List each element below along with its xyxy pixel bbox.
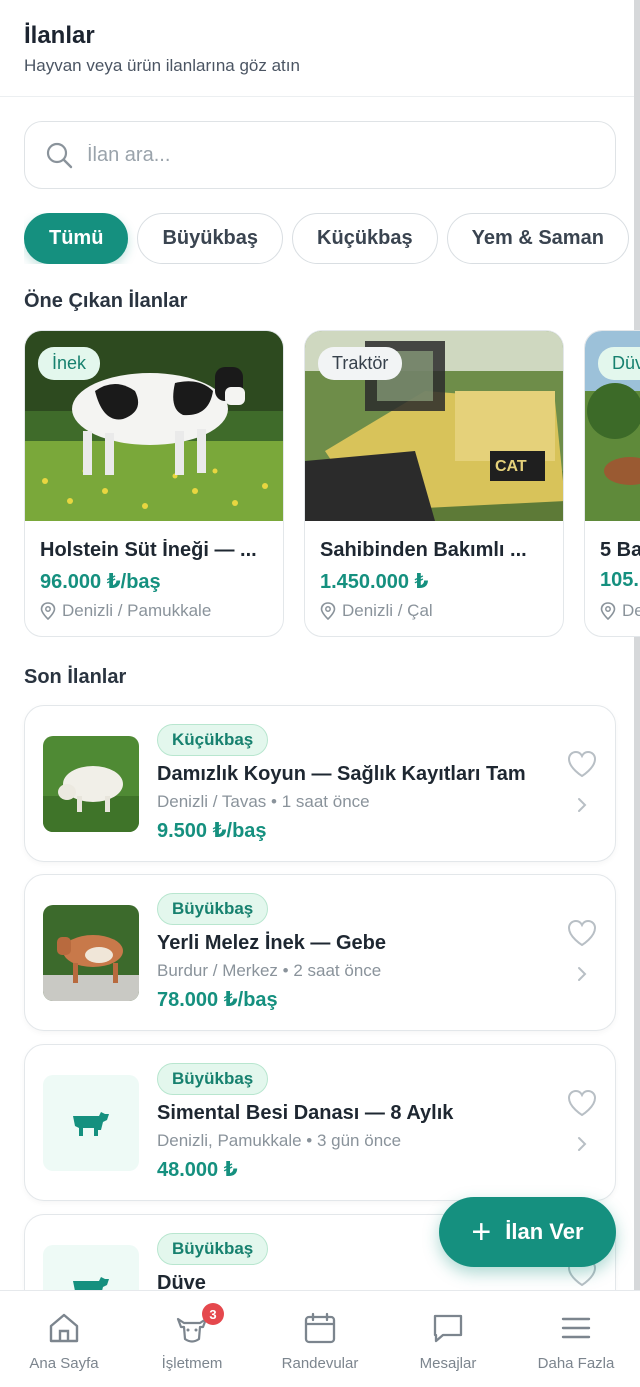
chevron-right-icon[interactable] <box>575 1135 589 1153</box>
listing-card[interactable]: Büyükbaş Simental Besi Danası — 8 Aylık … <box>24 1044 616 1201</box>
chevron-right-icon[interactable] <box>575 965 589 983</box>
listing-location: Denizli / Çal <box>320 601 433 621</box>
listing-title: Düve <box>157 1272 206 1290</box>
bottom-navigation: Ana Sayfa 3 İşletmem Randevular Mesajlar… <box>0 1290 640 1387</box>
listing-location: Burdur / Merkez <box>157 961 278 980</box>
filter-chip-all[interactable]: Tümü <box>24 213 129 264</box>
listing-thumbnail <box>43 736 139 832</box>
listing-card[interactable]: Küçükbaş Damızlık Koyun — Sağlık Kayıtla… <box>24 705 616 862</box>
listing-time: 1 saat önce <box>281 792 370 811</box>
nav-item-home[interactable]: Ana Sayfa <box>0 1291 128 1387</box>
plus-icon: + <box>471 1213 492 1251</box>
svg-text:CAT: CAT <box>495 458 527 475</box>
listing-title: Holstein Süt İneği — ... <box>40 539 257 561</box>
listing-card[interactable]: Büyükbaş Yerli Melez İnek — Gebe Burdur … <box>24 874 616 1031</box>
menu-icon <box>561 1317 591 1339</box>
favorite-heart-icon[interactable] <box>567 750 597 778</box>
location-pin-icon <box>40 602 56 620</box>
notification-badge: 3 <box>202 1303 224 1325</box>
featured-carousel: İnek Holstein Süt İneği — ... 96.000 ₺/b… <box>24 330 640 640</box>
listing-price: 105. <box>600 569 639 591</box>
featured-card[interactable]: Düv 5 Ba 105. De <box>584 330 640 637</box>
listing-category-tag: Traktör <box>318 347 403 380</box>
nav-item-messages[interactable]: Mesajlar <box>384 1291 512 1387</box>
nav-label: Ana Sayfa <box>29 1355 99 1372</box>
listing-price: 1.450.000 ₺ <box>320 571 429 593</box>
favorite-heart-icon[interactable] <box>567 1089 597 1117</box>
nav-item-more[interactable]: Daha Fazla <box>512 1291 640 1387</box>
listing-title: Yerli Melez İnek — Gebe <box>157 932 386 954</box>
recent-section-title: Son İlanlar <box>24 666 127 688</box>
chevron-right-icon[interactable] <box>575 796 589 814</box>
listing-thumbnail <box>43 905 139 1001</box>
page-header: İlanlar Hayvan veya ürün ilanlarına göz … <box>0 0 640 97</box>
post-listing-label: İlan Ver <box>505 1219 584 1244</box>
featured-card[interactable]: CAT Traktör Sahibinden Bakımlı ... 1.450… <box>304 330 564 637</box>
listing-category-badge: Büyükbaş <box>157 1233 269 1265</box>
listing-image: CAT Traktör <box>305 331 563 521</box>
listing-price: 48.000 ₺ <box>157 1159 238 1181</box>
nav-label: İşletmem <box>161 1355 223 1372</box>
location-pin-icon <box>600 602 616 620</box>
location-pin-icon <box>320 602 336 620</box>
listing-location: De <box>600 601 640 621</box>
search-icon <box>46 142 73 169</box>
filter-chip-cattle[interactable]: Büyükbaş <box>137 213 284 264</box>
listing-price: 9.500 ₺/baş <box>157 820 267 842</box>
listing-thumbnail <box>43 1075 139 1171</box>
listing-meta: Denizli / Tavas • 1 saat önce <box>157 792 370 811</box>
filter-chip-small-livestock[interactable]: Küçükbaş <box>292 213 438 264</box>
listing-thumbnail <box>43 1245 139 1290</box>
cow-icon <box>73 1277 109 1290</box>
favorite-heart-icon[interactable] <box>567 919 597 947</box>
featured-card[interactable]: İnek Holstein Süt İneği — ... 96.000 ₺/b… <box>24 330 284 637</box>
listing-title: Sahibinden Bakımlı ... <box>320 539 527 561</box>
page-title: İlanlar <box>24 22 95 49</box>
scrollbar[interactable] <box>634 0 640 1290</box>
listing-location-text: Denizli / Pamukkale <box>62 601 212 620</box>
listing-category-tag: Düv <box>598 347 640 380</box>
listing-meta: Burdur / Merkez • 2 saat önce <box>157 961 382 980</box>
message-icon <box>433 1314 463 1343</box>
cow-icon <box>73 1112 109 1136</box>
featured-section-title: Öne Çıkan İlanlar <box>24 290 188 312</box>
listing-category-badge: Büyükbaş <box>157 893 269 925</box>
listing-meta: Denizli, Pamukkale • 3 gün önce <box>157 1131 402 1150</box>
post-listing-button[interactable]: + İlan Ver <box>439 1197 616 1267</box>
listing-image: İnek <box>25 331 283 521</box>
nav-label: Daha Fazla <box>537 1355 615 1372</box>
nav-item-appointments[interactable]: Randevular <box>256 1291 384 1387</box>
listing-title: 5 Ba <box>600 539 640 561</box>
listing-time: 3 gün önce <box>316 1131 402 1150</box>
listing-location-text: De <box>622 601 640 620</box>
listing-location: Denizli, Pamukkale <box>157 1131 302 1150</box>
listing-title: Damızlık Koyun — Sağlık Kayıtları Tam <box>157 763 526 785</box>
home-icon <box>49 1313 79 1343</box>
search-bar[interactable] <box>24 121 616 189</box>
listing-time: 2 saat önce <box>293 961 382 980</box>
nav-label: Mesajlar <box>419 1355 477 1372</box>
listing-image: Düv <box>585 331 640 521</box>
listing-category-badge: Küçükbaş <box>157 724 269 756</box>
search-input[interactable] <box>87 143 567 167</box>
listing-location: Denizli / Tavas <box>157 792 267 811</box>
calendar-icon <box>304 1312 336 1344</box>
filter-chips: Tümü Büyükbaş Küçükbaş Yem & Saman <box>24 213 640 264</box>
filter-chip-feed-hay[interactable]: Yem & Saman <box>446 213 629 264</box>
nav-label: Randevular <box>281 1355 359 1372</box>
listing-category-tag: İnek <box>38 347 101 380</box>
listing-price: 96.000 ₺/baş <box>40 571 161 593</box>
listing-category-badge: Büyükbaş <box>157 1063 269 1095</box>
listing-location-text: Denizli / Çal <box>342 601 433 620</box>
nav-item-my-farm[interactable]: 3 İşletmem <box>128 1291 256 1387</box>
listing-title: Simental Besi Danası — 8 Aylık <box>157 1102 454 1124</box>
listing-price: 78.000 ₺/baş <box>157 989 278 1011</box>
page-subtitle: Hayvan veya ürün ilanlarına göz atın <box>24 56 300 75</box>
listing-location: Denizli / Pamukkale <box>40 601 211 621</box>
